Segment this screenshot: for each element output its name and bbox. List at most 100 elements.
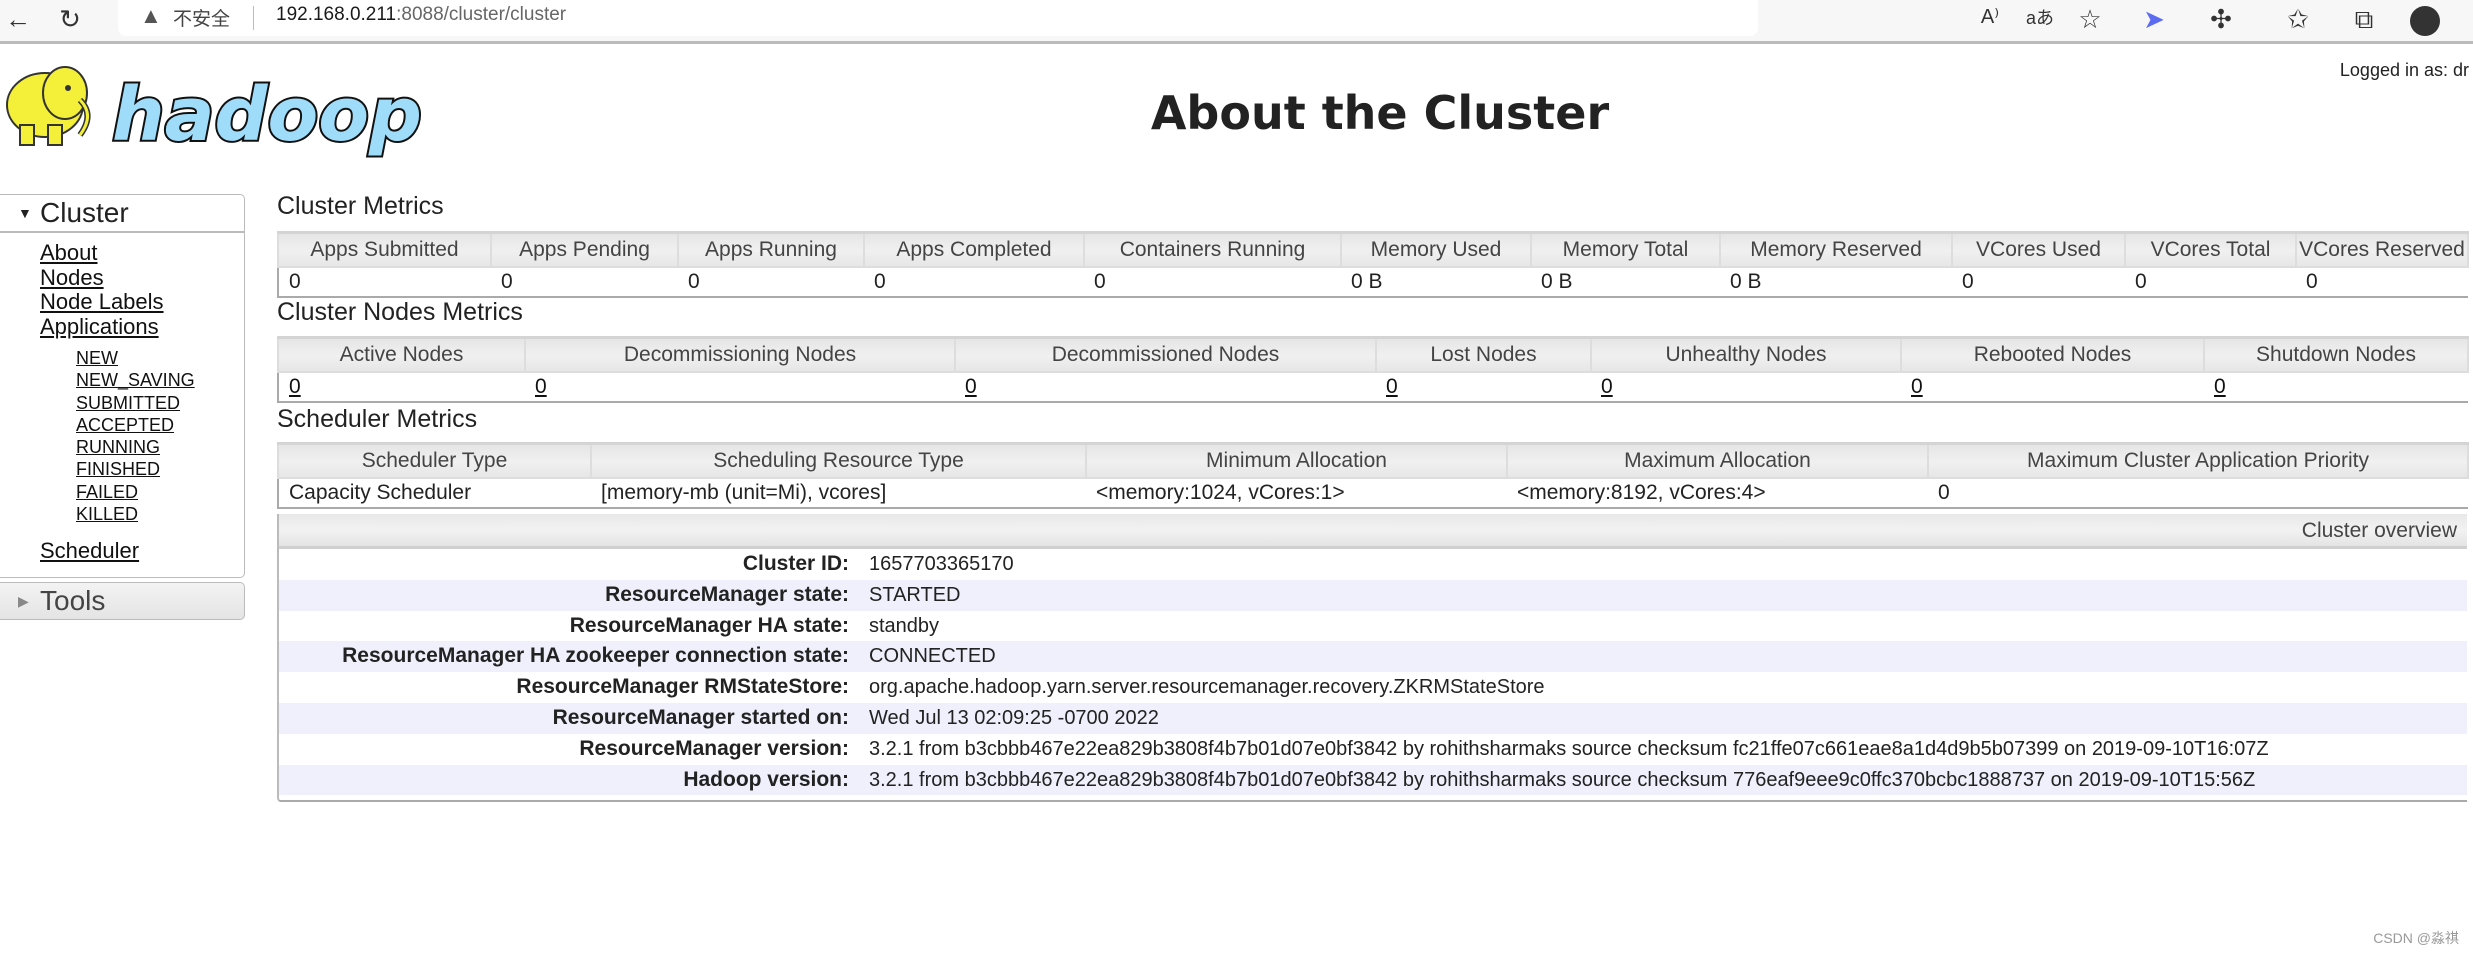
column-header[interactable]: Apps Pending (490, 231, 679, 268)
profile-avatar[interactable] (2410, 6, 2440, 36)
cluster-overview-header: Cluster overview (279, 514, 2467, 549)
column-header[interactable]: Apps Completed (863, 231, 1085, 268)
cluster-metrics-table: Apps Submitted Apps Pending Apps Running Ap… (277, 231, 2469, 298)
column-header[interactable]: Memory Total (1530, 231, 1721, 268)
overview-value: 3.2.1 from b3cbbb467e22ea829b3808f4b7b01… (869, 768, 2256, 791)
overview-value: standby (869, 614, 940, 637)
metric-link[interactable]: 0 (1601, 375, 1613, 398)
overview-label: ResourceManager HA state: (569, 613, 849, 637)
overview-value: STARTED (869, 583, 961, 606)
collections-icon[interactable]: ⧉ (2346, 4, 2382, 36)
watermark: CSDN @淼祺 (2373, 930, 2459, 946)
metric-cell: Capacity Scheduler (289, 480, 472, 504)
caret-down-icon: ▼ (18, 205, 32, 221)
metric-cell: 0 (1901, 372, 2204, 402)
overview-label: ResourceManager started on: (552, 705, 849, 729)
metric-cell: 0 (1962, 269, 1974, 293)
metric-cell: 0 (874, 269, 886, 293)
metric-link[interactable]: 0 (535, 375, 547, 398)
column-header[interactable]: Maximum Cluster Application Priority (1927, 442, 2469, 479)
column-header[interactable]: Decommissioned Nodes (954, 336, 1377, 373)
overview-label: Hadoop version: (683, 767, 849, 791)
metric-cell: 0 (1938, 480, 1950, 504)
column-header[interactable]: Active Nodes (277, 336, 526, 373)
column-header[interactable]: Memory Reserved (1719, 231, 1953, 268)
translate-icon[interactable]: aあ (2022, 4, 2058, 30)
add-favorite-icon[interactable]: ☆ (2072, 4, 2108, 35)
warning-icon[interactable]: ▲ (140, 3, 162, 29)
metric-cell: 0 B (1541, 269, 1573, 293)
sidebar-link-nodes[interactable]: Nodes (0, 265, 244, 291)
overview-label: Cluster ID: (742, 552, 849, 575)
column-header[interactable]: Scheduling Resource Type (590, 442, 1087, 479)
column-header[interactable]: VCores Used (1951, 231, 2126, 268)
metric-cell: [memory-mb (unit=Mi), vcores] (601, 480, 887, 504)
security-label[interactable]: 不安全 (173, 4, 230, 31)
sidebar-link-applications[interactable]: Applications (0, 314, 244, 340)
overview-value: 3.2.1 from b3cbbb467e22ea829b3808f4b7b01… (869, 737, 2269, 760)
column-header[interactable]: VCores Reserved (2295, 231, 2469, 268)
metric-cell: 0 B (1351, 269, 1383, 293)
column-header[interactable]: Rebooted Nodes (1900, 336, 2205, 373)
cluster-nodes-metrics-title: Cluster Nodes Metrics (277, 298, 523, 326)
sidebar-link-scheduler[interactable]: Scheduler (0, 539, 244, 564)
column-header[interactable]: Apps Running (677, 231, 865, 268)
sidebar-app-finished[interactable]: FINISHED (0, 458, 244, 480)
sidebar-link-about[interactable]: About (0, 240, 244, 266)
overview-row: Hadoop version: 3.2.1 from b3cbbb467e22ea… (279, 764, 2467, 796)
column-header[interactable]: Shutdown Nodes (2203, 336, 2469, 373)
url-text[interactable]: 192.168.0.211:8088/cluster/cluster (276, 4, 566, 26)
sidebar-link-node-labels[interactable]: Node Labels (0, 289, 244, 315)
overview-row: ResourceManager HA state: standby (279, 611, 2467, 642)
puzzle-icon[interactable]: ✣ (2203, 4, 2239, 35)
column-header[interactable]: Unhealthy Nodes (1590, 336, 1902, 373)
metric-link[interactable]: 0 (289, 375, 301, 398)
sidebar-tools-label: Tools (40, 585, 106, 616)
column-header[interactable]: VCores Total (2124, 231, 2297, 268)
metric-link[interactable]: 0 (2214, 375, 2226, 398)
sidebar-app-submitted[interactable]: SUBMITTED (0, 392, 244, 414)
column-header[interactable]: Scheduler Type (277, 442, 592, 479)
extension-icon[interactable]: ➤ (2136, 4, 2172, 35)
scheduler-metrics-table: Scheduler Type Scheduling Resource Type Mi… (277, 442, 2469, 509)
sidebar-tools-header[interactable]: ▶ Tools (0, 582, 245, 620)
browser-toolbar: ← ↻ ▲ 不安全 192.168.0.211:8088/cluster/clu… (0, 0, 2473, 44)
overview-label: ResourceManager version: (579, 736, 849, 760)
column-header[interactable]: Minimum Allocation (1085, 442, 1508, 479)
read-aloud-icon[interactable]: A⁾ (1972, 4, 2008, 29)
metric-cell: 0 (289, 269, 301, 293)
sidebar-app-new-saving[interactable]: NEW_SAVING (0, 369, 244, 391)
metric-cell: 0 B (1730, 269, 1762, 293)
address-bar[interactable]: ▲ 不安全 192.168.0.211:8088/cluster/cluster (118, 0, 1758, 36)
metric-cell: 0 (525, 372, 955, 402)
overview-row: ResourceManager version: 3.2.1 from b3cbb… (279, 734, 2467, 765)
sidebar-app-running[interactable]: RUNNING (0, 436, 244, 458)
sidebar-app-failed[interactable]: FAILED (0, 481, 244, 503)
column-header[interactable]: Lost Nodes (1375, 336, 1592, 373)
metric-link[interactable]: 0 (965, 375, 977, 398)
column-header[interactable]: Maximum Allocation (1506, 442, 1929, 479)
overview-row: ResourceManager state: STARTED (279, 579, 2467, 611)
metric-cell: 0 (1094, 269, 1106, 293)
overview-value: Wed Jul 13 02:09:25 -0700 2022 (869, 706, 1159, 729)
metric-link[interactable]: 0 (1386, 375, 1398, 398)
favorites-icon[interactable]: ✩ (2280, 4, 2316, 35)
column-header[interactable]: Apps Submitted (277, 231, 492, 268)
metric-cell: 0 (278, 372, 525, 402)
column-header[interactable]: Containers Running (1083, 231, 1342, 268)
cluster-metrics-title: Cluster Metrics (277, 192, 444, 220)
metric-link[interactable]: 0 (1911, 375, 1923, 398)
url-host: 192.168.0.211 (276, 4, 397, 25)
metric-cell: 0 (2204, 372, 2468, 402)
back-icon[interactable]: ← (0, 4, 36, 35)
sidebar-app-killed[interactable]: KILLED (0, 503, 244, 525)
overview-value: 1657703365170 (869, 553, 1014, 575)
sidebar-app-new[interactable]: NEW (0, 347, 244, 369)
sidebar-cluster-header[interactable]: ▼ Cluster (0, 195, 244, 233)
column-header[interactable]: Decommissioning Nodes (524, 336, 956, 373)
overview-label: ResourceManager HA zookeeper connection … (342, 644, 849, 668)
metric-cell: 0 (1376, 372, 1591, 402)
reload-icon[interactable]: ↻ (52, 4, 88, 35)
column-header[interactable]: Memory Used (1340, 231, 1532, 268)
sidebar-app-accepted[interactable]: ACCEPTED (0, 414, 244, 436)
